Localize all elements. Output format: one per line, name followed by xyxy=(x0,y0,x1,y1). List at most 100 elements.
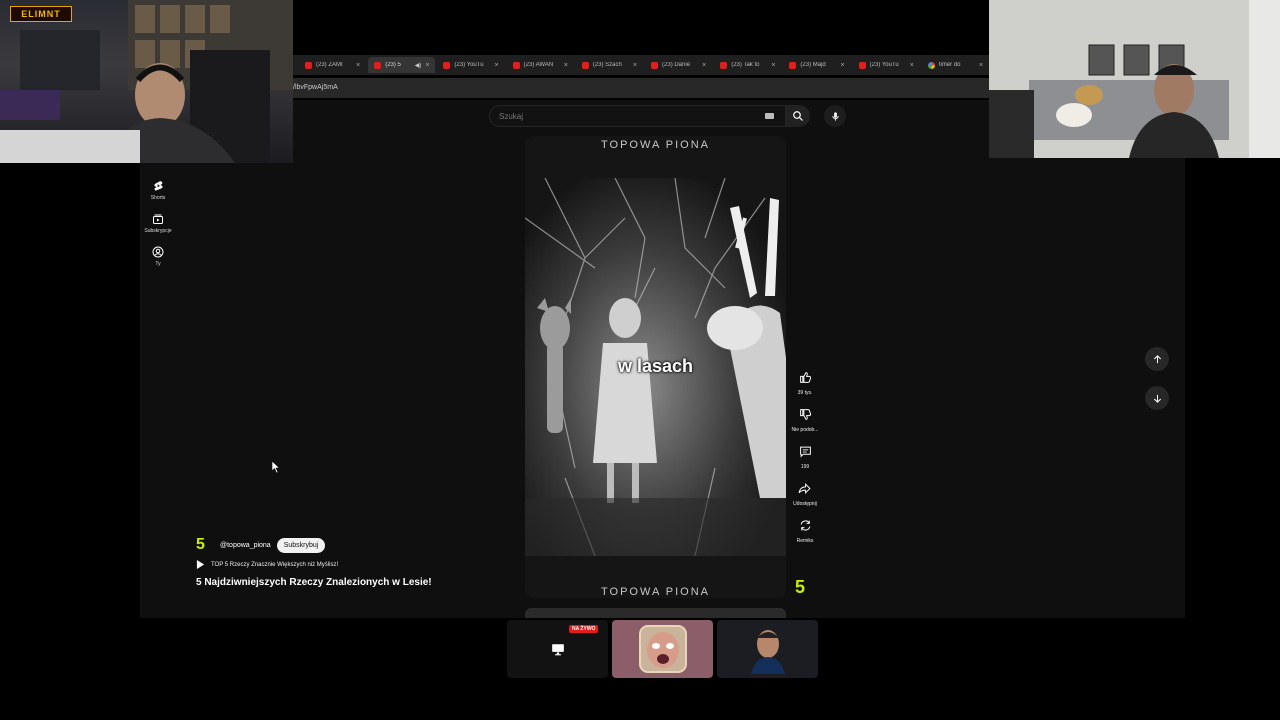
close-icon[interactable]: × xyxy=(425,62,429,69)
close-icon[interactable]: × xyxy=(564,62,568,69)
playlist-title: TOP 5 Rzeczy Znacznie Większych niż Myśl… xyxy=(211,561,339,568)
remix-button[interactable] xyxy=(794,514,816,536)
close-icon[interactable]: × xyxy=(356,62,360,69)
next-short-preview[interactable] xyxy=(525,608,786,618)
dislike-button[interactable] xyxy=(794,403,816,425)
keyboard-icon[interactable] xyxy=(765,113,774,119)
youtube-icon xyxy=(858,61,866,69)
remix-action[interactable]: Remiks xyxy=(794,514,816,544)
sidebar-item-label: Ty xyxy=(155,261,161,267)
like-action[interactable]: 39 tys. xyxy=(794,366,816,396)
like-button[interactable] xyxy=(794,366,816,388)
arrow-up-icon xyxy=(1153,354,1161,363)
channel-avatar[interactable]: 5 xyxy=(196,536,214,554)
arrow-down-icon xyxy=(1153,394,1161,403)
thumbs-down-icon xyxy=(799,408,811,420)
next-short-button[interactable] xyxy=(1145,386,1169,410)
share-icon xyxy=(799,482,812,494)
participant-tile-camera[interactable] xyxy=(717,620,818,678)
participants-bar xyxy=(507,620,818,678)
sidebar-item-shorts[interactable]: Shorts xyxy=(140,180,176,201)
comments-action[interactable]: 199 xyxy=(794,440,816,470)
short-video-player[interactable]: TOPOWA PIONA w lasach TOPOWA PIONA xyxy=(525,136,786,598)
search-icon xyxy=(793,111,803,121)
voice-search-button[interactable] xyxy=(824,105,846,127)
playlist-link[interactable]: TOP 5 Rzeczy Znacznie Większych niż Myśl… xyxy=(196,560,338,569)
share-action[interactable]: Udostępnij xyxy=(793,477,817,507)
sidebar-item-you[interactable]: Ty xyxy=(140,246,176,267)
browser-tab[interactable]: (23) ZAMI × xyxy=(299,57,366,73)
youtube-icon xyxy=(720,61,728,69)
google-icon xyxy=(927,61,935,69)
play-icon xyxy=(196,560,205,569)
browser-tab[interactable]: (23) Tak to × xyxy=(714,57,781,73)
comment-icon xyxy=(799,446,811,458)
mouse-cursor-icon xyxy=(272,461,280,473)
channel-handle[interactable]: @topowa_piona xyxy=(220,542,271,549)
browser-tab[interactable]: (23) AWAN × xyxy=(507,57,574,73)
subscribe-button[interactable]: Subskrybuj xyxy=(276,537,326,553)
share-label: Udostępnij xyxy=(793,501,817,507)
search-button[interactable] xyxy=(786,105,810,127)
remix-label: Remiks xyxy=(796,538,814,544)
youtube-icon xyxy=(443,61,451,69)
video-watermark-top: TOPOWA PIONA xyxy=(601,139,710,151)
close-icon[interactable]: × xyxy=(633,62,637,69)
dislike-label: Nie podob... xyxy=(791,427,819,433)
close-icon[interactable]: × xyxy=(979,62,983,69)
thumbs-up-icon xyxy=(799,371,811,383)
short-actions: 39 tys. Nie podob... 199 Udostępnij Remi… xyxy=(786,366,824,551)
browser-tab[interactable]: (23) Majd × xyxy=(783,57,850,73)
stream-canvas: (23) ZAMI × (23) 5 ◀) × (23) YouTu × (23) AW… xyxy=(0,0,1280,720)
close-icon[interactable]: × xyxy=(841,62,845,69)
shorts-icon xyxy=(153,180,163,191)
address-bar[interactable]: /lbvFpwAj5mA xyxy=(293,78,989,98)
like-count: 39 tys. xyxy=(797,390,813,396)
youtube-icon xyxy=(581,61,589,69)
channel-row: 5 @topowa_piona Subskrybuj xyxy=(196,536,326,554)
video-title[interactable]: 5 Najdziwniejszych Rzeczy Znalezionych w… xyxy=(196,577,432,588)
browser-tabstrip: (23) ZAMI × (23) 5 ◀) × (23) YouTu × (23) AW… xyxy=(293,55,989,75)
live-badge: NA ŻYWO xyxy=(569,625,599,633)
guest-webcam xyxy=(989,0,1280,158)
avatar-image xyxy=(638,625,687,673)
previous-short-button[interactable] xyxy=(1145,347,1169,371)
browser-tab[interactable]: timer do × xyxy=(922,57,989,73)
browser-tab[interactable]: (23) YouTu × xyxy=(437,57,504,73)
participant-tile-avatar[interactable] xyxy=(612,620,713,678)
channel-badge[interactable]: 5 xyxy=(795,577,805,598)
youtube-icon xyxy=(305,61,312,69)
dislike-action[interactable]: Nie podob... xyxy=(791,403,819,433)
close-icon[interactable]: × xyxy=(771,62,775,69)
search-placeholder: Szukaj xyxy=(499,112,524,121)
browser-tab[interactable]: (23) YouTu × xyxy=(853,57,920,73)
close-icon[interactable]: × xyxy=(495,62,499,69)
sidebar-item-subscriptions[interactable]: Subskrypcje xyxy=(140,213,176,234)
share-button[interactable] xyxy=(794,477,816,499)
close-icon[interactable]: × xyxy=(702,62,706,69)
microphone-icon xyxy=(831,111,839,121)
subscriptions-icon xyxy=(153,214,163,224)
youtube-icon xyxy=(789,61,797,69)
browser-tab-active[interactable]: (23) 5 ◀) × xyxy=(368,57,436,73)
remix-icon xyxy=(800,519,810,531)
speaker-icon[interactable]: ◀) xyxy=(415,62,422,69)
participant-image xyxy=(750,630,785,674)
youtube-icon xyxy=(651,61,659,69)
screen-share-icon xyxy=(551,643,564,655)
comments-count: 199 xyxy=(800,464,810,470)
webcam-room-image xyxy=(0,0,293,163)
browser-tab[interactable]: (23) Danie × xyxy=(645,57,712,73)
browser-tab[interactable]: (23) Szach × xyxy=(576,57,643,73)
url-text: /lbvFpwAj5mA xyxy=(293,84,338,91)
search-input[interactable]: Szukaj xyxy=(489,105,786,127)
sidebar-item-label: Subskrypcje xyxy=(144,228,172,234)
close-icon[interactable]: × xyxy=(910,62,914,69)
comments-button[interactable] xyxy=(794,440,816,462)
sidebar-item-label: Shorts xyxy=(150,195,166,201)
streamer-webcam: ELIMNT xyxy=(0,0,293,163)
mini-sidebar: Shorts Subskrypcje Ty xyxy=(140,180,176,279)
stream-logo: ELIMNT xyxy=(10,6,72,22)
youtube-icon xyxy=(512,61,520,69)
video-caption: w lasach xyxy=(617,356,694,376)
